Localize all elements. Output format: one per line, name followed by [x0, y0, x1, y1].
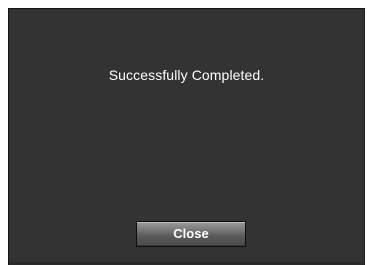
screen: Successfully Completed. Close [0, 0, 367, 265]
success-message: Successfully Completed. [108, 67, 265, 83]
completion-dialog: Successfully Completed. Close [8, 8, 365, 265]
close-button[interactable]: Close [136, 221, 246, 247]
